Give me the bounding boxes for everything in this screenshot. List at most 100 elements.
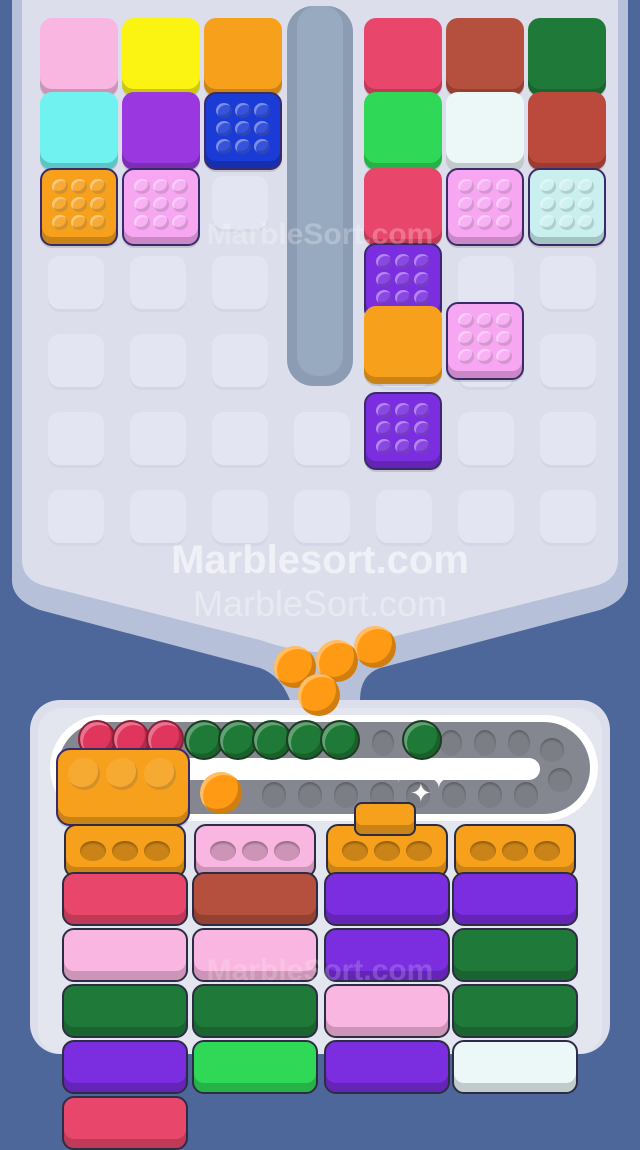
marble xyxy=(477,197,493,212)
marble xyxy=(254,103,270,118)
marble xyxy=(144,758,176,790)
marble xyxy=(216,139,232,154)
watermark-main: Marblesort.com xyxy=(171,538,469,582)
crate-hole xyxy=(502,841,528,861)
crate-lid xyxy=(354,802,416,836)
stacked-crate xyxy=(452,1040,578,1094)
marble xyxy=(52,179,68,194)
color-tile[interactable] xyxy=(528,18,606,96)
marble xyxy=(153,179,169,194)
marble xyxy=(298,674,340,716)
marble xyxy=(395,421,411,436)
marble xyxy=(395,290,411,305)
empty-slot xyxy=(130,256,186,312)
watermark-bottom: MarbleSort.com xyxy=(206,954,434,987)
color-tile[interactable] xyxy=(446,18,524,96)
crate-hole xyxy=(274,841,300,861)
marble xyxy=(458,179,474,194)
crate-hole xyxy=(534,841,560,861)
marble xyxy=(172,179,188,194)
belt-hole xyxy=(478,782,502,808)
color-tile[interactable] xyxy=(40,18,118,96)
empty-slot xyxy=(130,334,186,390)
color-tile[interactable] xyxy=(528,92,606,170)
crate-hole xyxy=(242,841,268,861)
color-tile[interactable] xyxy=(446,92,524,170)
marble xyxy=(71,179,87,194)
marble xyxy=(376,439,392,454)
empty-slot xyxy=(130,412,186,468)
belt-hole xyxy=(548,768,572,792)
marble-block[interactable] xyxy=(446,302,524,380)
crate-hole xyxy=(210,841,236,861)
marble xyxy=(376,421,392,436)
marble xyxy=(578,179,594,194)
color-tile[interactable] xyxy=(40,92,118,170)
belt-hole xyxy=(540,738,564,762)
marble xyxy=(172,197,188,212)
marble xyxy=(376,403,392,418)
crate-top-4[interactable] xyxy=(454,824,576,878)
belt-hole xyxy=(508,730,530,756)
stacked-crate xyxy=(452,984,578,1038)
marble-block[interactable] xyxy=(204,92,282,170)
marble xyxy=(376,290,392,305)
belt-hole xyxy=(514,782,538,808)
empty-slot xyxy=(212,412,268,468)
marble xyxy=(90,179,106,194)
sparkle-icon: ✦ xyxy=(428,764,450,794)
crate-top-1[interactable] xyxy=(64,824,186,878)
marble xyxy=(540,179,556,194)
crate-hole xyxy=(342,841,368,861)
marble xyxy=(395,254,411,269)
marble xyxy=(578,197,594,212)
marble xyxy=(216,103,232,118)
marble xyxy=(68,758,100,790)
marble xyxy=(458,197,474,212)
marble xyxy=(376,254,392,269)
marble-block[interactable] xyxy=(364,392,442,470)
marble xyxy=(559,197,575,212)
color-tile[interactable] xyxy=(364,306,442,384)
marble xyxy=(414,290,430,305)
marble xyxy=(106,758,138,790)
empty-slot xyxy=(48,256,104,312)
belt-hole xyxy=(334,782,358,808)
color-tile[interactable] xyxy=(364,92,442,170)
marble xyxy=(414,254,430,269)
belt-hole xyxy=(372,730,394,756)
empty-slot xyxy=(212,334,268,390)
empty-slot xyxy=(458,412,514,468)
marble xyxy=(496,349,512,364)
color-tile[interactable] xyxy=(122,18,200,96)
watermark-top: MarbleSort.com xyxy=(206,218,434,251)
empty-slot xyxy=(540,256,596,312)
crate-hole xyxy=(144,841,170,861)
marble xyxy=(414,403,430,418)
color-tile[interactable] xyxy=(204,18,282,96)
stacked-crate xyxy=(324,872,450,926)
empty-slot xyxy=(540,334,596,390)
empty-slot xyxy=(294,412,350,468)
color-tile[interactable] xyxy=(122,92,200,170)
marble xyxy=(52,197,68,212)
marble xyxy=(496,179,512,194)
marble xyxy=(477,331,493,346)
crate-hole xyxy=(80,841,106,861)
marble xyxy=(134,179,150,194)
marble xyxy=(395,403,411,418)
marble xyxy=(354,626,396,668)
crate-top-2[interactable] xyxy=(194,824,316,878)
marble xyxy=(235,139,251,154)
color-tile[interactable] xyxy=(364,18,442,96)
marble xyxy=(414,421,430,436)
marble xyxy=(134,197,150,212)
marble xyxy=(90,197,106,212)
marble xyxy=(458,349,474,364)
marble xyxy=(71,197,87,212)
marble-block[interactable] xyxy=(56,748,190,826)
stacked-crate xyxy=(62,1096,188,1150)
marble xyxy=(414,272,430,287)
stacked-crate xyxy=(324,984,450,1038)
stacked-crate xyxy=(192,1040,318,1094)
